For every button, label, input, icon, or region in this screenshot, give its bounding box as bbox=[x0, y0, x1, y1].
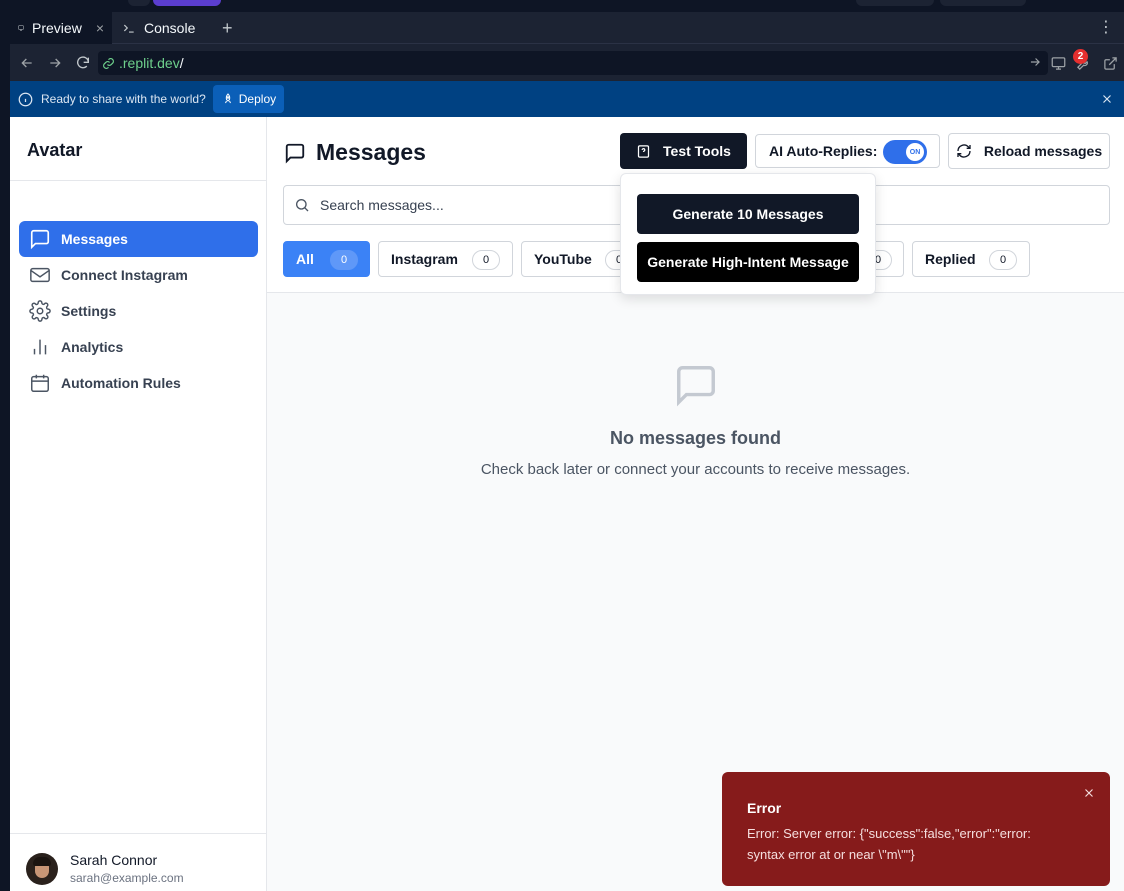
tab-label: Console bbox=[144, 20, 196, 36]
deploy-banner-text: Ready to share with the world? bbox=[41, 92, 206, 106]
divider bbox=[10, 180, 266, 181]
workspace-button[interactable] bbox=[856, 0, 934, 6]
sidebar-item-label: Connect Instagram bbox=[61, 267, 188, 283]
url-path: / bbox=[179, 55, 184, 71]
workspace-pill[interactable] bbox=[128, 0, 150, 6]
ai-auto-replies-label: AI Auto-Replies: bbox=[769, 143, 878, 159]
filter-count: 0 bbox=[330, 250, 358, 270]
url-field[interactable]: .replit.dev / bbox=[98, 51, 1048, 75]
sidebar-item-messages[interactable]: Messages bbox=[19, 221, 258, 257]
filter-instagram[interactable]: Instagram 0 bbox=[378, 241, 513, 277]
toggle-state: ON bbox=[906, 143, 924, 161]
sidebar-item-label: Automation Rules bbox=[61, 375, 181, 391]
tab-label: Preview bbox=[32, 20, 82, 36]
terminal-icon bbox=[123, 24, 134, 33]
calendar-icon bbox=[31, 374, 49, 392]
sidebar-item-label: Analytics bbox=[61, 339, 124, 355]
arrow-left-icon bbox=[21, 58, 32, 68]
reload-messages-label: Reload messages bbox=[983, 143, 1103, 159]
open-new-tab-button[interactable] bbox=[1100, 53, 1120, 73]
mail-icon bbox=[30, 267, 50, 283]
message-square-icon bbox=[285, 143, 305, 163]
sidebar-item-connect-instagram[interactable]: Connect Instagram bbox=[19, 257, 258, 293]
reload-button[interactable] bbox=[73, 53, 93, 73]
info-icon bbox=[18, 92, 33, 107]
deploy-button[interactable]: Deploy bbox=[212, 85, 285, 113]
generate-high-intent-message-button[interactable]: Generate High-Intent Message bbox=[637, 242, 859, 282]
sidebar-item-automation-rules[interactable]: Automation Rules bbox=[19, 365, 258, 401]
url-host: .replit.dev bbox=[119, 55, 180, 71]
url-bar: .replit.dev / bbox=[10, 44, 1124, 81]
close-toast-icon[interactable] bbox=[1082, 786, 1096, 805]
toast-title: Error bbox=[747, 800, 782, 816]
add-tab-button[interactable]: + bbox=[222, 19, 233, 37]
test-tools-button[interactable]: Test Tools bbox=[620, 133, 747, 169]
monitor-icon bbox=[18, 25, 24, 31]
empty-state: No messages found Check back later or co… bbox=[267, 362, 1124, 478]
error-toast: Error Error: Server error: {"success":fa… bbox=[722, 772, 1110, 886]
left-rail bbox=[0, 12, 10, 891]
user-name: Sarah Connor bbox=[70, 852, 158, 868]
more-options-icon[interactable]: ⋮ bbox=[1098, 20, 1114, 36]
back-button[interactable] bbox=[17, 53, 37, 73]
arrow-right-icon bbox=[50, 58, 61, 68]
sidebar-item-label: Messages bbox=[61, 231, 128, 247]
sidebar-item-analytics[interactable]: Analytics bbox=[19, 329, 258, 365]
avatar bbox=[26, 852, 58, 885]
test-tools-label: Test Tools bbox=[663, 143, 731, 159]
page-title: Messages bbox=[284, 139, 426, 166]
filter-label: Instagram bbox=[391, 251, 458, 267]
go-arrow-icon[interactable] bbox=[1028, 55, 1042, 69]
filter-count: 0 bbox=[989, 250, 1017, 270]
message-square-icon bbox=[676, 366, 715, 407]
external-link-icon bbox=[1103, 56, 1117, 70]
generate-10-messages-button[interactable]: Generate 10 Messages bbox=[637, 194, 859, 234]
refresh-icon bbox=[957, 144, 971, 158]
tab-console[interactable]: Console bbox=[114, 12, 214, 44]
deploy-button-label: Deploy bbox=[238, 92, 277, 106]
sidebar: Avatar Messages Connect Instagram Settin… bbox=[10, 117, 267, 891]
toast-message: Error: Server error: {"success":false,"e… bbox=[747, 826, 1031, 862]
workspace-button[interactable] bbox=[940, 0, 1026, 6]
close-banner-icon[interactable] bbox=[1100, 92, 1114, 111]
monitor-icon bbox=[1051, 56, 1065, 70]
link-icon bbox=[103, 57, 114, 69]
reload-messages-button[interactable]: Reload messages bbox=[948, 133, 1110, 169]
sidebar-item-label: Settings bbox=[61, 303, 117, 319]
tab-preview[interactable]: Preview × bbox=[10, 12, 112, 44]
close-tab-icon[interactable]: × bbox=[96, 20, 104, 36]
notification-badge: 2 bbox=[1073, 49, 1088, 64]
device-preview-button[interactable] bbox=[1048, 53, 1068, 73]
search-icon bbox=[296, 199, 309, 212]
empty-state-subtitle: Check back later or connect your account… bbox=[480, 461, 911, 478]
filter-count: 0 bbox=[472, 250, 500, 270]
empty-state-title: No messages found bbox=[609, 428, 782, 448]
filter-label: Replied bbox=[925, 251, 976, 267]
refresh-icon bbox=[77, 56, 89, 69]
pane-tab-bar: Preview × Console + ⋮ bbox=[10, 12, 1124, 44]
gear-icon bbox=[29, 300, 51, 322]
test-tools-dropdown: Generate 10 Messages Generate High-Inten… bbox=[620, 173, 876, 295]
ai-auto-replies-toggle[interactable]: ON bbox=[883, 140, 927, 164]
message-square-icon bbox=[30, 229, 50, 250]
help-square-icon bbox=[637, 144, 650, 158]
forward-button[interactable] bbox=[45, 53, 65, 73]
filter-all[interactable]: All 0 bbox=[283, 241, 370, 277]
divider bbox=[10, 833, 266, 834]
workspace-active-pill[interactable] bbox=[153, 0, 221, 6]
rocket-icon bbox=[224, 93, 231, 104]
user-email: sarah@example.com bbox=[70, 871, 184, 885]
filter-label: All bbox=[296, 251, 314, 267]
brand-name: Avatar bbox=[27, 140, 83, 160]
sidebar-nav: Messages Connect Instagram Settings Anal… bbox=[19, 221, 258, 401]
workspace-top-strip bbox=[0, 0, 1124, 12]
filter-replied[interactable]: Replied 0 bbox=[912, 241, 1030, 277]
deploy-banner: Ready to share with the world? Deploy bbox=[10, 81, 1124, 117]
sidebar-item-settings[interactable]: Settings bbox=[19, 293, 258, 329]
page-title-text: Messages bbox=[316, 139, 426, 165]
user-profile[interactable]: Sarah Connor sarah@example.com bbox=[26, 852, 184, 885]
ai-auto-replies-control: AI Auto-Replies: ON bbox=[755, 134, 940, 168]
bar-chart-icon bbox=[33, 339, 47, 355]
filter-label: YouTube bbox=[534, 251, 592, 267]
